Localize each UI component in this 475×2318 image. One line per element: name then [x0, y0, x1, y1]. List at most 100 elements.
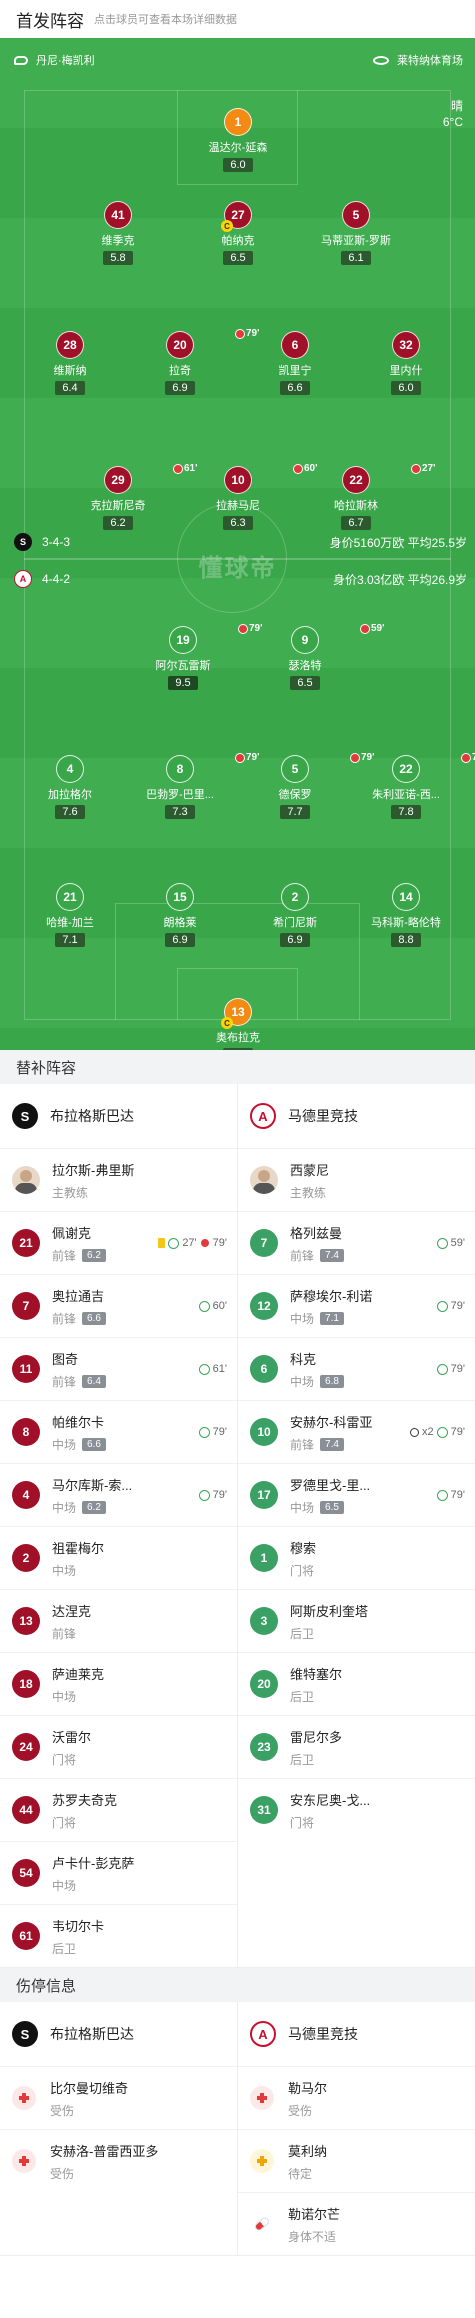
sub-player-row[interactable]: 21 佩谢克 前锋 6.2 27' 79' [0, 1211, 237, 1274]
sub-player-row[interactable]: 23 雷尼尔多 后卫 [238, 1715, 475, 1778]
home-team-row[interactable]: S 布拉格斯巴达 [0, 1084, 237, 1148]
player-number: 5 [352, 208, 360, 222]
sub-player-row[interactable]: 6 科克 中场 6.8 79' [238, 1337, 475, 1400]
home-injury-team-row[interactable]: S 布拉格斯巴达 [0, 2002, 237, 2066]
sub-player-row[interactable]: 1 穆索 门将 [238, 1526, 475, 1589]
sub-info: 韦切尔卡 后卫 [52, 1916, 104, 1957]
pitch-player[interactable]: 22 79' 朱利亚诺-西... 7.8 [351, 752, 475, 820]
sub-player-row[interactable]: 12 萨穆埃尔-利诺 中场 7.1 79' [238, 1274, 475, 1337]
lineup-header: 首发阵容 点击球员可查看本场详细数据 [0, 0, 475, 38]
sub-player-row[interactable]: 3 阿斯皮利奎塔 后卫 [238, 1589, 475, 1652]
sub-player-row[interactable]: 24 沃雷尔 门将 [0, 1715, 237, 1778]
sub-player-row[interactable]: 17 罗德里戈-里... 中场 6.5 79' [238, 1463, 475, 1526]
sub-player-row[interactable]: 4 马尔库斯-索... 中场 6.2 79' [0, 1463, 237, 1526]
sub-out-icon [173, 463, 183, 474]
pitch-player[interactable]: 29 61' 克拉斯尼奇 6.2 [63, 463, 198, 531]
player-rating: 7.6 [55, 805, 85, 819]
sub-in-icon [198, 1426, 210, 1438]
player-rating: 6.4 [55, 381, 85, 395]
sub-player-row[interactable]: 8 帕维尔卡 中场 6.6 79' [0, 1400, 237, 1463]
sub-name: 图奇 [52, 1351, 79, 1367]
sub-player-row[interactable]: 10 安赫尔-科雷亚 前锋 7.4 x2 79' [238, 1400, 475, 1463]
injury-row[interactable]: 莫利纳 待定 [238, 2129, 475, 2192]
sub-info: 维特塞尔 后卫 [290, 1664, 342, 1705]
pitch-player[interactable]: 8 79' 巴勃罗-巴里... 7.3 [125, 752, 260, 820]
pitch-player[interactable]: 1 温达尔-延森 6.0 [183, 108, 293, 173]
sub-name: 苏罗夫奇克 [52, 1792, 118, 1808]
away-sub-list: 7 格列兹曼 前锋 7.4 59' 12 萨穆埃尔-利诺 中场 7.1 79' 6 科克 中场 6.8 79… [238, 1211, 475, 1841]
player-number: 22 [349, 473, 363, 487]
weather-text: 晴 [450, 99, 463, 113]
pitch-player[interactable]: 10 60' 拉赫马尼 6.3 [183, 463, 318, 531]
pitch-player[interactable]: 15 朗格莱 6.9 [125, 883, 235, 948]
player-number: 22 [399, 762, 413, 776]
pitch-player[interactable]: 19 79' 阿尔瓦雷斯 9.5 [128, 623, 263, 691]
pitch-player[interactable]: 14 马科斯-略伦特 8.8 [351, 883, 461, 948]
sub-player-row[interactable]: 7 格列兹曼 前锋 7.4 59' [238, 1211, 475, 1274]
sub-position-row: 中场 [52, 1688, 104, 1705]
injury-row[interactable]: 勒诺尔芒 身体不适 [238, 2192, 475, 2255]
player-number: 1 [234, 115, 242, 129]
player-number-circle: 20 79' [166, 328, 260, 359]
sub-in-icon [198, 1363, 210, 1375]
sub-position-row: 中场 6.2 [52, 1499, 132, 1516]
sub-events: 27' 79' [158, 1237, 227, 1249]
away-injury-team-row[interactable]: A 马德里竞技 [238, 2002, 475, 2066]
sub-name: 萨穆埃尔-利诺 [290, 1288, 373, 1304]
home-formation-row: S 3-4-3 身价5160万欧 平均25.5岁 [14, 533, 467, 551]
sub-player-row[interactable]: 54 卢卡什-彭克萨 中场 [0, 1841, 237, 1904]
sub-info: 萨穆埃尔-利诺 中场 7.1 [290, 1286, 372, 1327]
pitch-player[interactable]: 21 哈维-加兰 7.1 [15, 883, 125, 948]
player-rating: 6.5 [290, 676, 320, 690]
player-number-circle: 19 79' [169, 623, 263, 654]
sub-player-row[interactable]: 61 韦切尔卡 后卫 [0, 1904, 237, 1967]
sub-player-row[interactable]: 2 祖霍梅尔 中场 [0, 1526, 237, 1589]
sub-events: 79' [198, 1489, 227, 1501]
sub-player-row[interactable]: 31 安东尼奥-戈... 门将 [238, 1778, 475, 1841]
injury-row[interactable]: 勒马尔 受伤 [238, 2066, 475, 2129]
injury-row[interactable]: 比尔曼切维奇 受伤 [0, 2066, 237, 2129]
pitch-player[interactable]: 13C 奥布拉克 7.0 [183, 998, 293, 1050]
sub-info: 科克 中场 6.8 [290, 1349, 344, 1390]
sub-minute: 79' [450, 1426, 465, 1438]
pitch-player[interactable]: 20 79' 拉奇 6.9 [125, 328, 260, 396]
injury-row[interactable]: 安赫洛-普雷西亚多 受伤 [0, 2129, 237, 2192]
away-coach[interactable]: 西蒙尼 主教练 [238, 1148, 475, 1211]
pitch-player[interactable]: 5 马蒂亚斯-罗斯 6.1 [301, 201, 411, 266]
pitch-player[interactable]: 28 维斯纳 6.4 [15, 331, 125, 396]
sub-position-row: 门将 [52, 1751, 91, 1768]
player-rating: 8.8 [391, 933, 421, 947]
sub-player-row[interactable]: 13 达涅克 前锋 [0, 1589, 237, 1652]
player-number-circle: 28 [56, 331, 84, 359]
pitch-player[interactable]: 2 希门尼斯 6.9 [240, 883, 350, 948]
sub-out-icon [238, 623, 248, 634]
sub-position-row: 门将 [290, 1562, 316, 1579]
sub-events: 60' [198, 1300, 227, 1312]
pitch-player[interactable]: 41 维季克 5.8 [63, 201, 173, 266]
cross-shape [257, 2156, 267, 2166]
sub-position-row: 后卫 [290, 1625, 368, 1642]
player-name: 瑟洛特 [288, 660, 322, 672]
pitch-player[interactable]: 5 79' 德保罗 7.7 [240, 752, 375, 820]
sub-player-row[interactable]: 44 苏罗夫奇克 门将 [0, 1778, 237, 1841]
sub-player-row[interactable]: 20 维特塞尔 后卫 [238, 1652, 475, 1715]
sub-events: 79' [436, 1363, 465, 1375]
sub-player-row[interactable]: 7 奥拉通吉 前锋 6.6 60' [0, 1274, 237, 1337]
player-rating: 6.0 [223, 158, 253, 172]
pitch-player[interactable]: 27 C 帕纳克 6.5 [183, 201, 293, 266]
sub-player-row[interactable]: 18 萨迪莱克 中场 [0, 1652, 237, 1715]
pitch-player[interactable]: 22 27' 哈拉斯林 6.7 [301, 463, 436, 531]
referee-info: 丹尼·梅凯利 [14, 52, 95, 68]
sub-name: 萨迪莱克 [52, 1666, 105, 1682]
sub-minute: 60' [212, 1300, 227, 1312]
sub-player-row[interactable]: 11 图奇 前锋 6.4 61' [0, 1337, 237, 1400]
player-number-circle: 13 C [221, 998, 252, 1029]
referee-name: 丹尼·梅凯利 [36, 55, 95, 67]
away-team-row[interactable]: A 马德里竞技 [238, 1084, 475, 1148]
injury-info: 莫利纳 待定 [288, 2141, 327, 2182]
pitch-player[interactable]: 6 凯里宁 6.6 [240, 331, 350, 396]
pitch-player[interactable]: 9 59' 瑟洛特 6.5 [250, 623, 385, 691]
home-coach[interactable]: 拉尔斯-弗里斯 主教练 [0, 1148, 237, 1211]
pitch-player[interactable]: 4 加拉格尔 7.6 [15, 755, 125, 820]
pitch-player[interactable]: 32 里内什 6.0 [351, 331, 461, 396]
